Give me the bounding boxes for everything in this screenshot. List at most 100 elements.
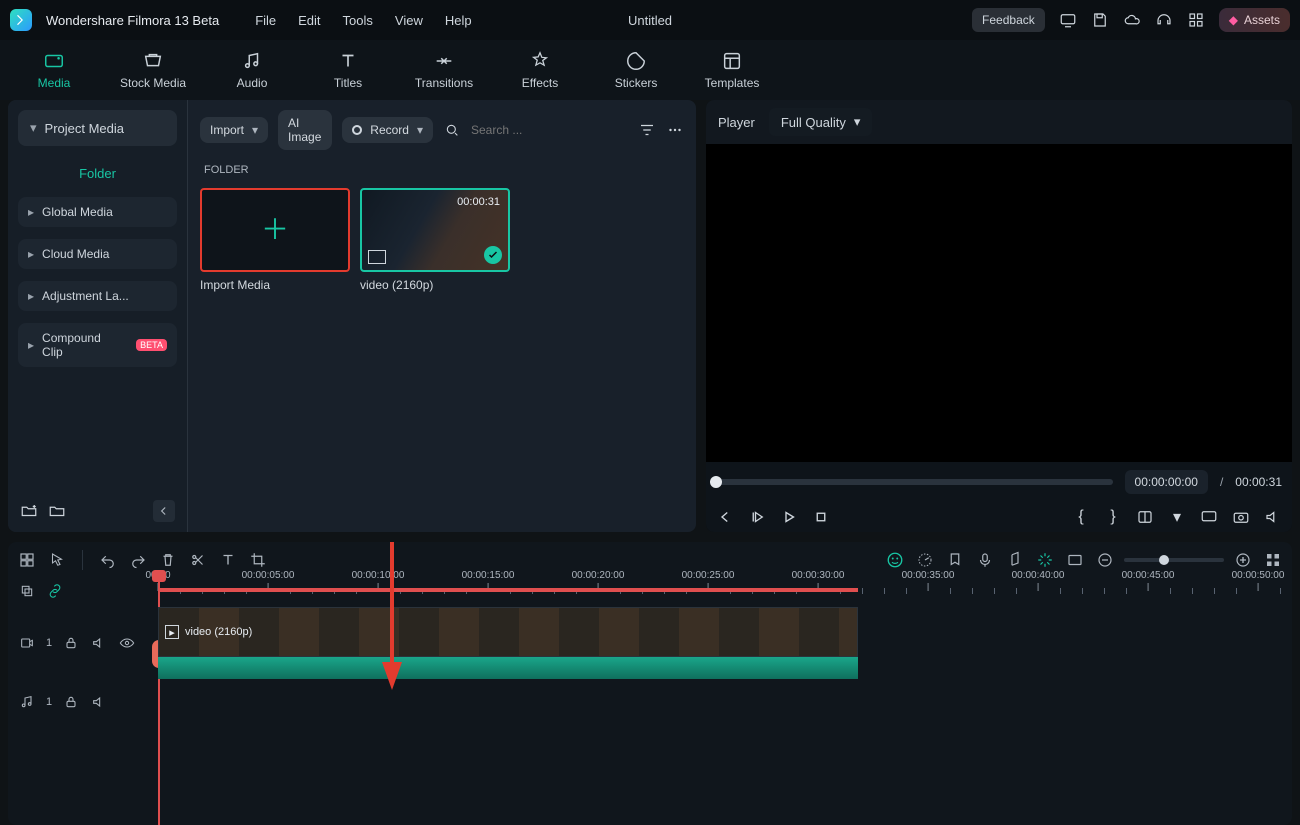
mark-in-icon[interactable]: { xyxy=(1072,508,1090,526)
text-tool-icon[interactable] xyxy=(219,551,237,569)
video-duration: 00:00:31 xyxy=(457,196,500,208)
stock-media-icon xyxy=(142,50,164,72)
video-track-header: 1 xyxy=(8,634,158,652)
stop-icon[interactable] xyxy=(812,508,830,526)
lock-icon[interactable] xyxy=(62,693,80,711)
main-menu: File Edit Tools View Help xyxy=(255,13,471,28)
snapshot-icon[interactable] xyxy=(1232,508,1250,526)
mark-out-icon[interactable]: } xyxy=(1104,508,1122,526)
tab-media[interactable]: Media xyxy=(24,50,84,90)
zoom-out-icon[interactable] xyxy=(1096,551,1114,569)
tab-effects[interactable]: Effects xyxy=(510,50,570,90)
player-viewport[interactable] xyxy=(706,144,1292,462)
crop-icon[interactable] xyxy=(249,551,267,569)
headset-icon[interactable] xyxy=(1155,11,1173,29)
audio-lane[interactable] xyxy=(158,666,1292,738)
import-media-thumb[interactable]: ＋ xyxy=(200,188,350,272)
video-card[interactable]: 00:00:31 video (2160p) xyxy=(360,188,510,292)
feedback-button[interactable]: Feedback xyxy=(972,8,1045,32)
mic-icon[interactable] xyxy=(976,551,994,569)
audio-mixer-icon[interactable] xyxy=(1006,551,1024,569)
folder-label[interactable]: Folder xyxy=(8,156,187,191)
tab-transitions[interactable]: Transitions xyxy=(414,50,474,90)
collapse-sidebar-button[interactable] xyxy=(153,500,175,522)
menu-view[interactable]: View xyxy=(395,13,423,28)
scrubber-knob[interactable] xyxy=(710,476,722,488)
redo-icon[interactable] xyxy=(129,551,147,569)
mute-icon[interactable] xyxy=(90,693,108,711)
separator xyxy=(82,550,83,570)
play-icon[interactable] xyxy=(780,508,798,526)
tab-templates[interactable]: Templates xyxy=(702,50,762,90)
sidebar-item-compound-clip[interactable]: ▸Compound ClipBETA xyxy=(18,323,177,367)
new-folder-icon[interactable] xyxy=(20,502,38,520)
sidebar-item-adjustment-layer[interactable]: ▸Adjustment La... xyxy=(18,281,177,311)
titlebar: Wondershare Filmora 13 Beta File Edit To… xyxy=(0,0,1300,40)
record-button[interactable]: Record▾ xyxy=(342,117,433,143)
tab-templates-label: Templates xyxy=(705,76,760,90)
undo-icon[interactable] xyxy=(99,551,117,569)
ai-face-icon[interactable] xyxy=(886,551,904,569)
speed-icon[interactable] xyxy=(916,551,934,569)
timeline-ruler[interactable]: 00:0000:00:05:0000:00:10:0000:00:15:0000… xyxy=(158,570,1292,612)
lock-icon[interactable] xyxy=(62,634,80,652)
link-icon[interactable] xyxy=(46,582,64,600)
volume-icon[interactable] xyxy=(1264,508,1282,526)
layout-select-icon[interactable] xyxy=(1136,508,1154,526)
zoom-slider[interactable] xyxy=(1124,558,1224,562)
display-icon[interactable] xyxy=(1200,508,1218,526)
sidebar-item-global-media[interactable]: ▸Global Media xyxy=(18,197,177,227)
zoom-controls xyxy=(1096,551,1252,569)
media-grid: ＋ Import Media 00:00:31 video (2160p) xyxy=(188,180,696,300)
player-scrubber[interactable] xyxy=(716,479,1113,485)
tab-audio[interactable]: Audio xyxy=(222,50,282,90)
effects-icon xyxy=(529,50,551,72)
mute-icon[interactable] xyxy=(90,634,108,652)
link-folder-icon[interactable] xyxy=(48,502,66,520)
import-media-card[interactable]: ＋ Import Media xyxy=(200,188,350,292)
tab-stickers[interactable]: Stickers xyxy=(606,50,666,90)
apps-icon[interactable] xyxy=(1187,11,1205,29)
delete-icon[interactable] xyxy=(159,551,177,569)
select-tool-icon[interactable] xyxy=(48,551,66,569)
grid-view-icon[interactable] xyxy=(1264,551,1282,569)
zoom-knob[interactable] xyxy=(1159,555,1169,565)
video-track-icon xyxy=(18,634,36,652)
sidebar-item-cloud-media[interactable]: ▸Cloud Media xyxy=(18,239,177,269)
ai-image-label: AI Image xyxy=(288,116,322,144)
video-thumb[interactable]: 00:00:31 xyxy=(360,188,510,272)
sidebar-footer xyxy=(8,490,187,532)
tracks: 1 ▸ video (2160p) 1 xyxy=(8,604,1292,722)
tab-titles[interactable]: Titles xyxy=(318,50,378,90)
play-range-icon[interactable] xyxy=(748,508,766,526)
import-button[interactable]: Import▾ xyxy=(200,117,268,143)
monitor-icon[interactable] xyxy=(1059,11,1077,29)
marker-icon[interactable] xyxy=(946,551,964,569)
split-icon[interactable] xyxy=(189,551,207,569)
timeline-panel: 00:0000:00:05:0000:00:10:0000:00:15:0000… xyxy=(8,542,1292,825)
project-media-node[interactable]: ▾ Project Media xyxy=(18,110,177,146)
ai-tools-icon[interactable] xyxy=(1036,551,1054,569)
save-icon[interactable] xyxy=(1091,11,1109,29)
duplicate-icon[interactable] xyxy=(18,582,36,600)
zoom-in-icon[interactable] xyxy=(1234,551,1252,569)
ai-image-button[interactable]: AI Image xyxy=(278,110,332,150)
prev-frame-icon[interactable] xyxy=(716,508,734,526)
search-input[interactable] xyxy=(469,122,628,138)
menu-help[interactable]: Help xyxy=(445,13,472,28)
more-icon[interactable] xyxy=(666,121,684,139)
cloud-icon[interactable] xyxy=(1123,11,1141,29)
menu-tools[interactable]: Tools xyxy=(343,13,373,28)
visibility-icon[interactable] xyxy=(118,634,136,652)
layout-icon[interactable] xyxy=(18,551,36,569)
library-toolbar: Import▾ AI Image Record▾ xyxy=(188,100,696,160)
menu-edit[interactable]: Edit xyxy=(298,13,320,28)
menu-file[interactable]: File xyxy=(255,13,276,28)
video-clip[interactable]: ▸ video (2160p) xyxy=(158,607,858,657)
tab-stock-media[interactable]: Stock Media xyxy=(120,50,186,90)
quality-dropdown[interactable]: Full Quality ▾ xyxy=(769,108,873,136)
filter-icon[interactable] xyxy=(638,121,656,139)
assets-button[interactable]: ◆ Assets xyxy=(1219,8,1290,32)
aspect-ratio-icon[interactable] xyxy=(1066,551,1084,569)
chevron-down-icon[interactable]: ▾ xyxy=(1168,508,1186,526)
